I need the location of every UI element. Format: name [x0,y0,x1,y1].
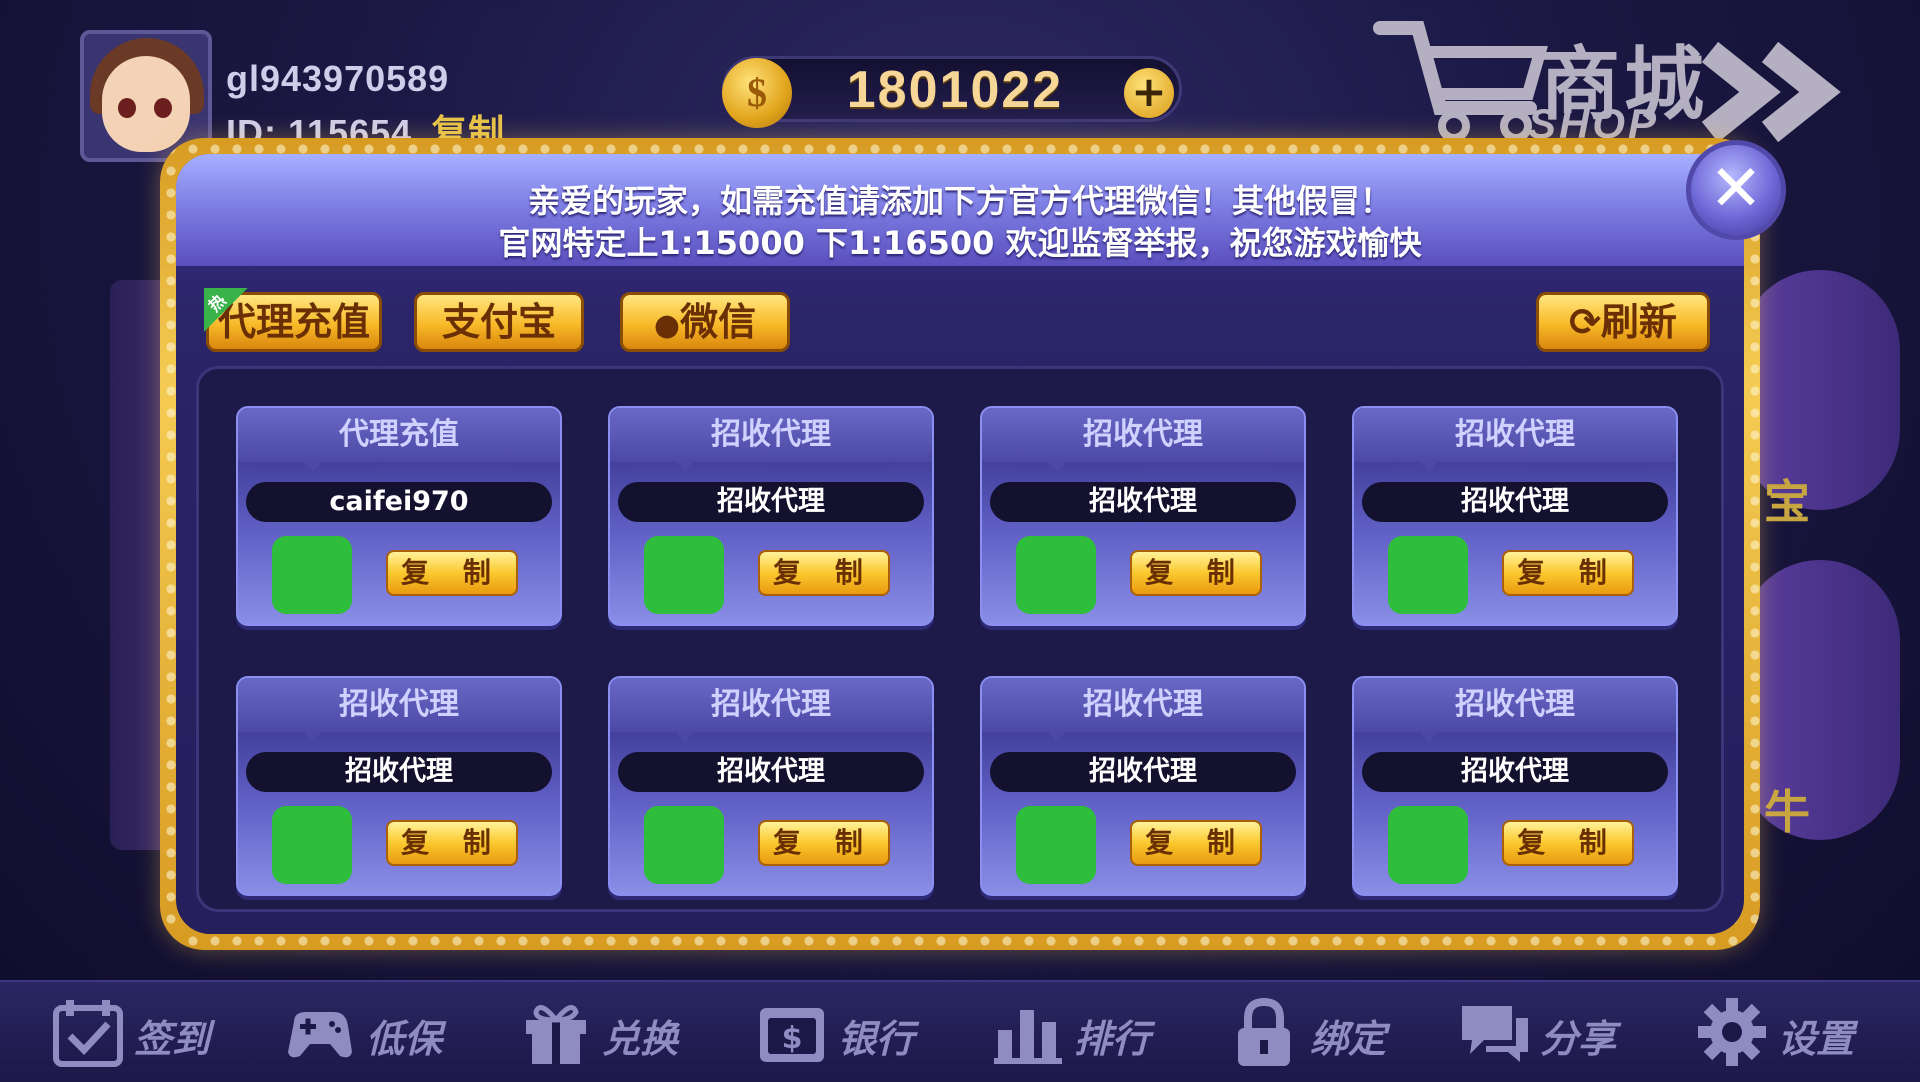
agent-wechat-id: 招收代理 [618,752,924,792]
wechat-icon [1016,536,1096,614]
add-coins-button[interactable]: + [1124,68,1174,118]
ranking-icon [994,1010,1062,1064]
agent-card-title: 招收代理 [610,678,932,732]
agent-card-title: 招收代理 [1354,408,1676,462]
wechat-icon [644,806,724,884]
agent-card-title: 招收代理 [982,678,1304,732]
agent-wechat-id: caifei970 [246,482,552,522]
lock-icon [1238,997,1290,1066]
notice-line-2: 官网特定上1:15000 下1:16500 欢迎监督举报，祝您游戏愉快 [498,224,1422,262]
gear-icon [1698,998,1766,1066]
nav-label: 绑定 [1310,1017,1387,1061]
refresh-icon: ⟳ [1569,300,1601,344]
wechat-icon: ● [653,308,681,343]
agent-card: 招收代理 招收代理 复 制 [236,676,562,896]
nav-label: 银行 [838,1017,915,1061]
wechat-icon [272,536,352,614]
agent-card: 招收代理 招收代理 复 制 [1352,406,1678,626]
chat-bubble-icon [1462,1006,1528,1062]
wechat-icon [272,806,352,884]
coin-icon: $ [722,58,792,128]
hot-badge: 热 [204,288,248,332]
agent-wechat-id: 招收代理 [1362,752,1668,792]
nav-label: 设置 [1778,1017,1855,1061]
wechat-icon [1388,536,1468,614]
calendar-check-icon [53,1000,123,1067]
agent-wechat-id: 招收代理 [246,752,552,792]
right-side-label: 牛 [1764,785,1810,839]
copy-button[interactable]: 复 制 [1130,550,1262,596]
copy-button[interactable]: 复 制 [386,550,518,596]
agent-card-title: 招收代理 [610,408,932,462]
bank-icon: $ [760,1008,824,1062]
copy-button[interactable]: 复 制 [1502,820,1634,866]
agent-card: 招收代理 招收代理 复 制 [1352,676,1678,896]
copy-button[interactable]: 复 制 [758,550,890,596]
svg-text:$: $ [782,1021,803,1056]
tab-alipay[interactable]: 支付宝 [414,292,584,352]
avatar-eye [118,98,136,118]
copy-button[interactable]: 复 制 [1130,820,1262,866]
agent-card: 招收代理 招收代理 复 制 [608,406,934,626]
right-side-game-2[interactable]: 牛 [1740,560,1900,840]
wechat-icon [1016,806,1096,884]
tab-wechat[interactable]: ●微信 [620,292,790,352]
nav-label: 签到 [134,1017,211,1061]
copy-button[interactable]: 复 制 [758,820,890,866]
copy-button[interactable]: 复 制 [1502,550,1634,596]
gift-icon [526,1005,586,1064]
wechat-icon [644,536,724,614]
agent-card: 招收代理 招收代理 复 制 [608,676,934,896]
agent-card: 招收代理 招收代理 复 制 [980,406,1306,626]
agent-card-title: 代理充值 [238,408,560,462]
nav-label: 低保 [366,1017,443,1061]
nav-label: 分享 [1540,1017,1617,1061]
avatar-face [102,56,190,152]
agent-wechat-id: 招收代理 [990,752,1296,792]
copy-button[interactable]: 复 制 [386,820,518,866]
agent-wechat-id: 招收代理 [618,482,924,522]
agent-wechat-id: 招收代理 [1362,482,1668,522]
nav-label: 兑换 [602,1017,679,1061]
right-side-game-1[interactable]: 宝 [1740,270,1900,529]
notice-line-1: 亲爱的玩家，如需充值请添加下方官方代理微信！其他假冒！ [527,182,1392,220]
right-side-label: 宝 [1764,475,1810,529]
refresh-label: 刷新 [1600,300,1677,344]
username: gl943970589 [226,58,450,99]
agent-card: 代理充值 caifei970 复 制 [236,406,562,626]
agent-card-title: 招收代理 [1354,678,1676,732]
avatar-eye [154,98,172,118]
wechat-icon [1388,806,1468,884]
gamepad-icon [288,1012,352,1058]
refresh-button[interactable]: ⟳刷新 [1536,292,1710,352]
close-button[interactable]: ✕ [1686,140,1786,240]
agent-card: 招收代理 招收代理 复 制 [980,676,1306,896]
nav-label: 排行 [1074,1017,1151,1061]
tab-wechat-label: 微信 [680,300,757,344]
agent-wechat-id: 招收代理 [990,482,1296,522]
agent-card-title: 招收代理 [238,678,560,732]
coin-balance: 1801022 [846,61,1064,119]
agent-card-title: 招收代理 [982,408,1304,462]
